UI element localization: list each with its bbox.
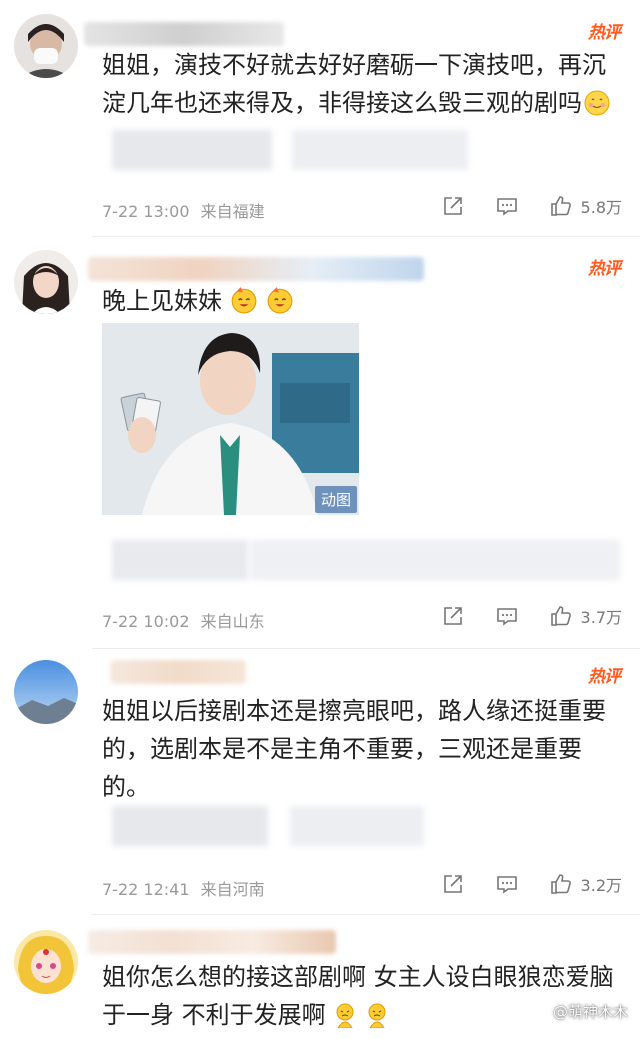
avatar[interactable] (14, 250, 78, 314)
blush-emoji-icon (584, 89, 610, 116)
divider (92, 236, 640, 237)
crying-emoji-icon (364, 1001, 390, 1029)
timestamp: 7-22 12:41 (102, 880, 190, 899)
comment-icon[interactable] (495, 194, 519, 218)
comment-actions: 3.2万 (441, 872, 622, 896)
comment-text: 姐姐，演技不好就去好好磨砺一下演技吧，再沉淀几年也还来得及，非得接这么毁三观的剧… (102, 46, 622, 122)
username-blurred[interactable] (84, 22, 284, 46)
comment-meta: 7-22 10:02 来自山东 (102, 608, 265, 632)
hot-comment-badge: 热评 (588, 667, 621, 687)
timestamp: 7-22 13:00 (102, 202, 190, 221)
timestamp: 7-22 10:02 (102, 612, 190, 631)
comment-body: 姐姐，演技不好就去好好磨砺一下演技吧，再沉淀几年也还来得及，非得接这么毁三观的剧… (102, 51, 606, 117)
hot-comment-badge: 热评 (588, 23, 621, 43)
crying-emoji-icon (332, 1001, 358, 1029)
location: 来自河南 (200, 880, 265, 899)
comment-body: 晚上见妹妹 (102, 287, 222, 315)
avatar[interactable] (14, 14, 78, 78)
share-icon[interactable] (441, 604, 465, 628)
username-blurred[interactable] (88, 930, 336, 954)
comment-meta: 7-22 12:41 来自河南 (102, 876, 265, 900)
comment-actions: 3.7万 (441, 604, 622, 628)
gif-badge: 动图 (314, 486, 357, 513)
location: 来自福建 (200, 202, 265, 221)
comment-body: 姐你怎么想的接这部剧啊 女主人设白眼狼恋爱脑于一身 不利于发展啊 (102, 963, 614, 1029)
like-count: 3.2万 (580, 876, 622, 895)
reply-preview-blurred[interactable] (250, 540, 620, 580)
reply-preview-blurred[interactable] (292, 130, 468, 170)
comment-body: 姐姐以后接剧本还是擦亮眼吧，路人缘还挺重要的，选剧本是不是主角不重要，三观还是重… (102, 697, 606, 801)
divider (92, 914, 640, 915)
like-count: 3.7万 (580, 608, 622, 627)
like-count: 5.8万 (580, 198, 622, 217)
party-emoji-icon (230, 286, 258, 314)
share-icon[interactable] (441, 872, 465, 896)
comment-icon[interactable] (495, 872, 519, 896)
avatar[interactable] (14, 660, 78, 724)
comment-text: 姐你怎么想的接这部剧啊 女主人设白眼狼恋爱脑于一身 不利于发展啊 (102, 958, 622, 1034)
reply-preview-blurred[interactable] (112, 130, 272, 170)
comment-item: 热评 姐姐，演技不好就去好好磨砺一下演技吧，再沉淀几年也还来得及，非得接这么毁三… (0, 0, 640, 240)
avatar[interactable] (14, 930, 78, 994)
like-icon[interactable] (549, 194, 573, 218)
gif-image[interactable]: 动图 (102, 323, 359, 515)
comment-text: 晚上见妹妹 (102, 282, 622, 320)
hot-comment-badge: 热评 (588, 259, 621, 279)
watermark: @萌神木木 (552, 1003, 628, 1021)
divider (92, 648, 640, 649)
username-blurred[interactable] (110, 660, 246, 684)
share-icon[interactable] (441, 194, 465, 218)
comment-actions: 5.8万 (441, 194, 622, 218)
like-icon[interactable] (549, 872, 573, 896)
reply-preview-blurred[interactable] (112, 540, 248, 580)
reply-preview-blurred[interactable] (290, 806, 424, 846)
username-blurred[interactable] (88, 257, 424, 281)
comment-icon[interactable] (495, 604, 519, 628)
comment-text: 姐姐以后接剧本还是擦亮眼吧，路人缘还挺重要的，选剧本是不是主角不重要，三观还是重… (102, 692, 622, 806)
reply-preview-blurred[interactable] (112, 806, 268, 846)
location: 来自山东 (200, 612, 265, 631)
party-emoji-icon (266, 286, 294, 314)
like-icon[interactable] (549, 604, 573, 628)
comment-meta: 7-22 13:00 来自福建 (102, 198, 265, 222)
